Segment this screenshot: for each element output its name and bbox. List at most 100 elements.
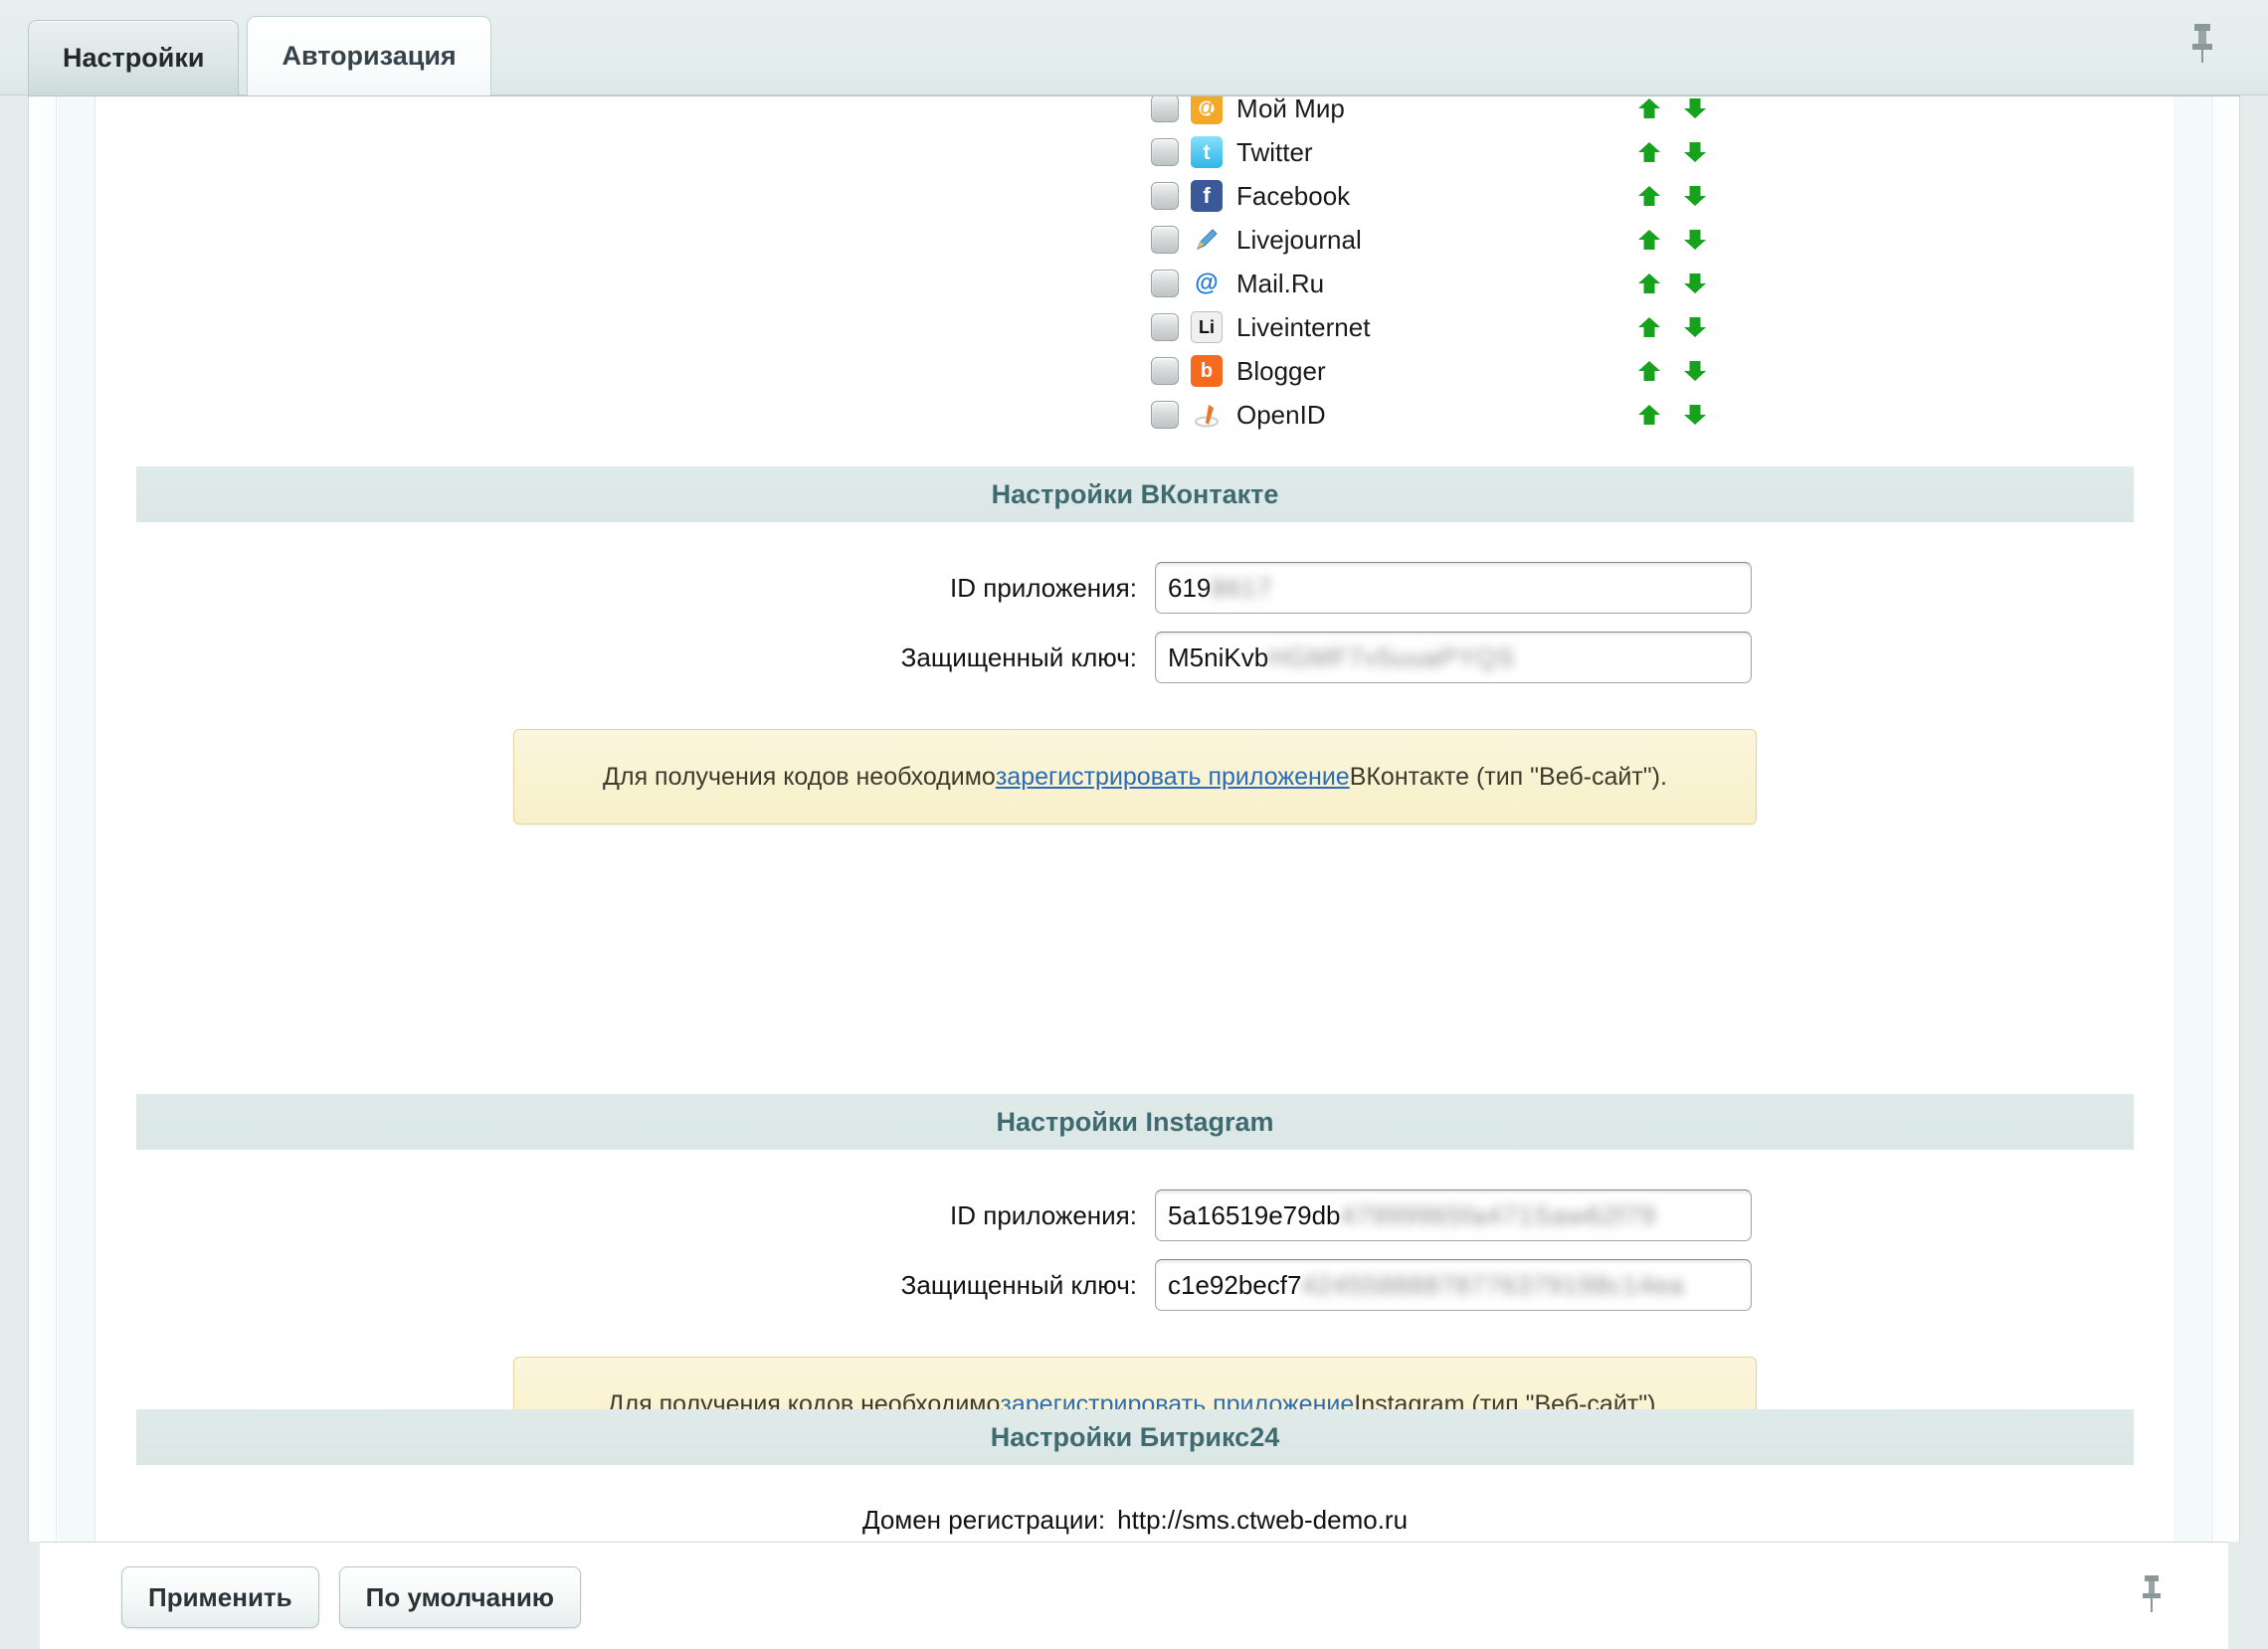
reorder-controls (1636, 227, 1708, 253)
reorder-controls (1636, 402, 1708, 428)
input-instagram-app-id[interactable]: 5a16519e79db 47999965fa471Saw62f79 (1155, 1190, 1752, 1241)
frame-left-rail (58, 96, 95, 1542)
checkbox-moimir[interactable] (1151, 96, 1179, 122)
form-row-vk-app-id: ID приложения: 619 8617 (96, 562, 2174, 614)
note-vk-link[interactable]: зарегистрировать приложение (996, 763, 1350, 792)
reorder-controls (1636, 96, 1708, 121)
input-vk-secret[interactable]: M5niKvb HGMF7v5uuaPYQS (1155, 632, 1752, 683)
frame-right-rail (2173, 96, 2210, 1542)
openid-icon (1191, 399, 1223, 431)
social-network-list: @ Мой Мир t Twitter f Facebook Livejourn… (1151, 96, 1708, 437)
frame-left-edge (29, 96, 57, 1542)
social-network-row-moimir[interactable]: @ Мой Мир (1151, 96, 1708, 130)
checkbox-facebook[interactable] (1151, 182, 1179, 210)
social-network-label: Twitter (1236, 136, 1313, 167)
input-vk-app-id[interactable]: 619 8617 (1155, 562, 1752, 614)
input-vk-app-id-value: 619 (1168, 572, 1212, 603)
social-network-row-liveinternet[interactable]: Li Liveinternet (1151, 305, 1708, 349)
label-vk-app-id: ID приложения: (950, 572, 1137, 603)
social-network-row-facebook[interactable]: f Facebook (1151, 174, 1708, 218)
liveinternet-icon: Li (1191, 311, 1223, 343)
reorder-controls (1636, 139, 1708, 165)
arrow-down-icon[interactable] (1682, 139, 1708, 165)
tab-list: Настройки Авторизация (28, 8, 499, 95)
label-instagram-secret: Защищенный ключ: (900, 1269, 1137, 1300)
checkbox-mailru[interactable] (1151, 270, 1179, 297)
input-instagram-secret[interactable]: c1e92becf7 42455888878776379198c14ea (1155, 1259, 1752, 1311)
tab-settings-label: Настройки (63, 43, 205, 73)
input-instagram-secret-value: c1e92becf7 (1168, 1269, 1302, 1300)
social-network-row-openid[interactable]: OpenID (1151, 393, 1708, 437)
arrow-up-icon[interactable] (1636, 96, 1662, 121)
checkbox-liveinternet[interactable] (1151, 313, 1179, 341)
defaults-button[interactable]: По умолчанию (338, 1566, 582, 1628)
arrow-down-icon[interactable] (1682, 358, 1708, 384)
pin-icon[interactable] (2135, 1572, 2169, 1616)
input-instagram-secret-masked: 42455888878776379198c14ea (1301, 1269, 1685, 1300)
arrow-up-icon[interactable] (1636, 183, 1662, 209)
arrow-down-icon[interactable] (1682, 314, 1708, 340)
arrow-up-icon[interactable] (1636, 271, 1662, 296)
settings-window: Настройки Авторизация @ Мой Мир t Twitte… (0, 0, 2268, 1649)
social-network-row-twitter[interactable]: t Twitter (1151, 130, 1708, 174)
frame-right-edge (2211, 96, 2239, 1542)
footer-left-gutter (0, 1542, 40, 1649)
pin-icon[interactable] (2182, 20, 2222, 66)
reorder-controls (1636, 358, 1708, 384)
tab-settings[interactable]: Настройки (28, 20, 240, 95)
mail-ru-mymir-icon: @ (1191, 96, 1223, 124)
social-network-label: Blogger (1236, 355, 1326, 386)
checkbox-twitter[interactable] (1151, 138, 1179, 166)
value-bitrix24-domain: http://sms.ctweb-demo.ru (1117, 1505, 1409, 1535)
section-title: Настройки Битрикс24 (990, 1421, 1280, 1452)
apply-button[interactable]: Применить (121, 1566, 319, 1628)
section-header-instagram: Настройки Instagram (136, 1094, 2134, 1150)
form-row-instagram-secret: Защищенный ключ: c1e92becf7 4245588887877… (96, 1259, 2174, 1311)
footer-actions: Применить По умолчанию (121, 1566, 582, 1628)
social-network-label: Livejournal (1236, 224, 1362, 255)
arrow-up-icon[interactable] (1636, 358, 1662, 384)
arrow-up-icon[interactable] (1636, 227, 1662, 253)
checkbox-blogger[interactable] (1151, 357, 1179, 385)
tab-authorization-label: Авторизация (282, 41, 457, 71)
note-vk-prefix: Для получения кодов необходимо (603, 762, 996, 791)
reorder-controls (1636, 271, 1708, 296)
arrow-down-icon[interactable] (1682, 227, 1708, 253)
blogger-icon: b (1191, 355, 1223, 387)
checkbox-openid[interactable] (1151, 401, 1179, 429)
footer-button-bar: Применить По умолчанию (40, 1542, 2228, 1649)
social-network-row-livejournal[interactable]: Livejournal (1151, 218, 1708, 262)
arrow-up-icon[interactable] (1636, 402, 1662, 428)
reorder-controls (1636, 314, 1708, 340)
social-network-label: Facebook (1236, 180, 1351, 211)
social-network-row-blogger[interactable]: b Blogger (1151, 349, 1708, 393)
section-header-vk: Настройки ВКонтакте (136, 466, 2134, 522)
checkbox-livejournal[interactable] (1151, 226, 1179, 254)
form-row-bitrix24-domain: Домен регистрации: http://sms.ctweb-demo… (96, 1505, 2174, 1536)
arrow-down-icon[interactable] (1682, 96, 1708, 121)
arrow-up-icon[interactable] (1636, 314, 1662, 340)
note-vk: Для получения кодов необходимо зарегистр… (513, 729, 1757, 824)
input-vk-app-id-masked: 8617 (1211, 572, 1273, 603)
tab-strip: Настройки Авторизация (0, 0, 2268, 95)
arrow-down-icon[interactable] (1682, 402, 1708, 428)
arrow-up-icon[interactable] (1636, 139, 1662, 165)
section-title: Настройки Instagram (996, 1106, 1274, 1137)
section-title: Настройки ВКонтакте (991, 478, 1279, 509)
form-row-vk-secret: Защищенный ключ: M5niKvb HGMF7v5uuaPYQS (96, 632, 2174, 683)
arrow-down-icon[interactable] (1682, 183, 1708, 209)
social-network-label: OpenID (1236, 399, 1326, 430)
label-instagram-app-id: ID приложения: (950, 1199, 1137, 1230)
input-instagram-app-id-masked: 47999965fa471Saw62f79 (1340, 1199, 1656, 1230)
settings-content: @ Мой Мир t Twitter f Facebook Livejourn… (96, 96, 2174, 1542)
social-network-row-mailru[interactable]: @ Mail.Ru (1151, 262, 1708, 305)
label-vk-secret: Защищенный ключ: (900, 641, 1137, 672)
input-vk-secret-masked: HGMF7v5uuaPYQS (1268, 641, 1516, 672)
tab-authorization[interactable]: Авторизация (247, 16, 491, 95)
section-header-bitrix24: Настройки Битрикс24 (136, 1409, 2134, 1465)
mail-ru-icon: @ (1191, 268, 1223, 299)
livejournal-icon (1191, 224, 1223, 256)
arrow-down-icon[interactable] (1682, 271, 1708, 296)
input-instagram-app-id-value: 5a16519e79db (1168, 1199, 1341, 1230)
twitter-icon: t (1191, 136, 1223, 168)
